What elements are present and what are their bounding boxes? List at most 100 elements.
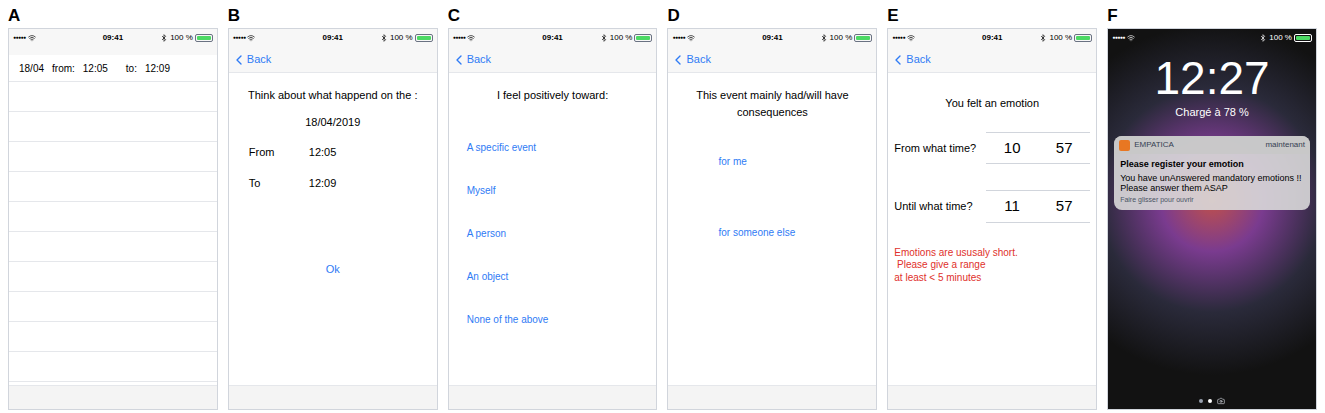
battery-icon [1074,34,1092,42]
chevron-left-icon [670,52,686,68]
date: 18/04/2019 [243,114,423,131]
battery-percent: 100 % [1269,32,1292,44]
bluetooth-icon [1039,34,1047,42]
bottom-bar [229,385,437,409]
battery-icon [195,34,213,42]
hour-wheel[interactable]: 10 [986,137,1038,160]
panel-label: A [8,4,218,28]
wifi-icon [467,34,475,42]
battery-percent: 100 % [170,32,193,44]
option-button[interactable]: None of the above [467,312,639,327]
battery-icon [415,34,433,42]
back-button[interactable]: Back [890,51,930,68]
time-row: To12:09 [249,175,417,192]
status-time: 09:41 [982,32,1002,44]
lock-time: 12:27 [1108,53,1316,104]
ok-button[interactable]: Ok [243,261,423,278]
bluetooth-icon [160,34,168,42]
option-button[interactable]: for someone else [718,225,858,240]
panel: B●●●●●09:41100 %BackThink about what hap… [228,4,438,410]
chevron-left-icon [890,52,906,68]
option-button[interactable]: A specific event [467,140,639,155]
entry-list: 18/04from:12:05to:12:09 [9,55,217,385]
battery-percent: 100 % [830,32,853,44]
signal-indicator: ●●●●● [892,34,905,42]
camera-icon [1217,397,1225,405]
entry-row[interactable]: 18/04from:12:05to:12:09 [9,55,217,82]
phone-screen: ●●●●●09:41100 %BackI feel positively tow… [449,29,657,409]
panel: C●●●●●09:41100 %BackI feel positively to… [448,4,658,410]
signal-indicator: ●●●●● [672,34,685,42]
signal-indicator: ●●●●● [233,34,246,42]
back-button[interactable]: Back [451,51,491,68]
wifi-icon [687,34,695,42]
wifi-icon [907,34,915,42]
notification-hint: Faire glisser pour ouvrir [1120,195,1304,206]
time-row: From12:05 [249,144,417,161]
panel: E ●●●●● 09:41 100 % Back You felt an emotion F… [887,4,1097,410]
empty-row [9,352,217,382]
option-button[interactable]: Myself [467,183,639,198]
panel-label: E [887,4,1097,28]
page-dot-icon [1208,399,1212,403]
option-button[interactable]: for me [718,154,858,169]
battery-percent: 100 % [1049,32,1072,44]
battery-percent: 100 % [610,32,633,44]
status-bar: ●●●●●09:41100 % [668,29,876,47]
back-button[interactable]: Back [231,51,271,68]
time-picker[interactable]: 1157 [986,190,1090,223]
option-button[interactable]: An object [467,269,639,284]
status-time: 09:41 [103,32,123,44]
notification[interactable]: EMPATICAmaintenantPlease register your e… [1114,136,1310,210]
question: I feel positively toward: [467,87,639,104]
page-indicator [1108,397,1316,409]
panel: D●●●●●09:41100 % Back This event mainly ha… [667,4,877,410]
bluetooth-icon [820,34,828,42]
warning: Emotions are ususaly short. Please give … [894,247,1090,285]
time-picker[interactable]: 1057 [986,132,1090,165]
empty-row [9,172,217,202]
time-picker-row: From what time?1057 [894,132,1090,165]
figure: A ●●●●● 09:41 100 % 18/04from:12:05to:12:09 B… [0,0,1325,413]
nav-bar: Back [888,47,1096,73]
wifi-icon [28,34,36,42]
lock-screen: ●●●●● 100 % 12:27Chargé à 78 % EMPATICAmain… [1108,29,1316,409]
chevron-left-icon [451,52,467,68]
empty-row [9,82,217,112]
status-bar: ●●●●● 09:41 100 % [888,29,1096,47]
empty-row [9,232,217,262]
phone-screen: ●●●●●09:41100 % Back This event mainly had… [668,29,876,409]
back-button[interactable]: Back [670,51,710,68]
wifi-icon [247,34,255,42]
status-time: 09:41 [542,32,562,44]
phone-screen: ●●●●● 09:41 100 % Back You felt an emotion Fr… [888,29,1096,409]
bluetooth-icon [600,34,608,42]
hour-wheel[interactable]: 11 [986,195,1038,218]
status-bar: ●●●●● 09:41 100 % [229,29,437,47]
option-button[interactable]: A person [467,226,639,241]
nav-bar: Back [449,47,657,73]
notification-body: You have unAnswered mandatory emotions !… [1120,173,1304,195]
minute-wheel[interactable]: 57 [1038,137,1090,160]
nav-bar: Back [668,47,876,73]
charging-status: Chargé à 78 % [1108,104,1316,121]
status-time: 09:41 [323,32,343,44]
title: You felt an emotion [894,95,1090,112]
bottom-bar [449,385,657,409]
panel-label: F [1107,4,1317,28]
nav-bar: Back [229,47,437,73]
panel-label: D [667,4,877,28]
empty-row [9,262,217,292]
notification-time: maintenant [1265,139,1305,151]
battery-percent: 100 % [390,32,413,44]
bottom-bar [668,385,876,409]
panel: F ●●●●● 100 % 12:27Chargé à 78 % EMPATICAmai… [1107,4,1317,410]
bluetooth-icon [380,34,388,42]
bottom-bar [9,385,217,409]
signal-indicator: ●●●●● [1112,34,1125,42]
status-bar: ●●●●● 100 % [1108,29,1316,47]
time-picker-row: Until what time?1157 [894,190,1090,223]
minute-wheel[interactable]: 57 [1038,195,1090,218]
phone-screen: ●●●●●09:41100 %18/04from:12:05to:12:09 [9,29,217,409]
question: This event mainly had/will have conseque… [686,87,858,120]
